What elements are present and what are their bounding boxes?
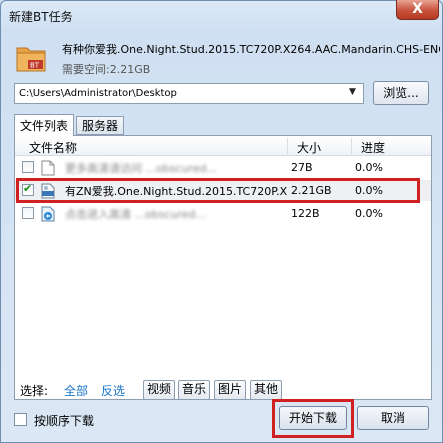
highlight-box — [272, 399, 354, 438]
list-header: 文件名称 大小 进度 — [15, 136, 431, 156]
dropdown-arrow-icon[interactable]: ▼ — [349, 87, 356, 97]
file-name: 点击进入高清 ...obscured... — [65, 208, 206, 221]
file-size: 2.21GB — [291, 184, 332, 197]
table-row-selected[interactable]: 有ZN爱我.One.Night.Stud.2015.TC720P.X2... 2… — [15, 180, 431, 201]
row-checkbox-checked[interactable] — [22, 182, 34, 196]
file-size: 27B — [291, 161, 313, 174]
file-name: 有ZN爱我.One.Night.Stud.2015.TC720P.X2... — [65, 185, 287, 198]
save-path-input[interactable]: C:\Users\Administrator\Desktop — [14, 83, 364, 104]
filter-image-button[interactable]: 图片 — [214, 380, 247, 400]
column-divider[interactable] — [287, 138, 288, 154]
file-list-panel: 文件名称 大小 进度 更多高清请访问 ...obscured... 27B 0.… — [14, 135, 432, 400]
column-name-header[interactable]: 文件名称 — [29, 139, 77, 156]
table-row[interactable]: 更多高清请访问 ...obscured... 27B 0.0% — [15, 157, 431, 178]
filter-label: 选择: — [20, 384, 49, 398]
filter-video-button[interactable]: 视频 — [143, 380, 176, 400]
required-space: 需要空间:2.21GB — [62, 63, 151, 76]
filter-other-button[interactable]: 其他 — [250, 380, 283, 400]
column-divider[interactable] — [351, 138, 352, 154]
order-download-checkbox[interactable] — [14, 413, 27, 426]
column-progress-header[interactable]: 进度 — [361, 139, 385, 156]
document-icon — [41, 160, 55, 176]
file-progress: 0.0% — [355, 207, 383, 220]
file-size: 122B — [291, 207, 320, 220]
window-title: 新建BT任务 — [9, 10, 73, 24]
file-progress: 0.0% — [355, 184, 383, 197]
table-row[interactable]: 点击进入高清 ...obscured... 122B 0.0% — [15, 203, 431, 224]
file-progress: 0.0% — [355, 161, 383, 174]
video-file-icon — [41, 183, 55, 199]
tab-file-list[interactable]: 文件列表 — [14, 114, 74, 136]
column-size-header[interactable]: 大小 — [297, 139, 321, 156]
shortcut-file-icon — [41, 206, 55, 222]
file-name: 更多高清请访问 ...obscured... — [65, 162, 217, 175]
order-download-label[interactable]: 按顺序下载 — [34, 412, 94, 429]
cancel-button[interactable]: 取消 — [357, 406, 429, 430]
select-all-link[interactable]: 全部 — [64, 382, 88, 399]
svg-text:BT: BT — [30, 62, 40, 70]
invert-selection-link[interactable]: 反选 — [101, 382, 125, 399]
row-checkbox[interactable] — [22, 161, 34, 173]
bt-file-icon: BT — [16, 47, 46, 72]
torrent-filename: 有种你爱我.One.Night.Stud.2015.TC720P.X264.AA… — [62, 43, 440, 56]
row-checkbox[interactable] — [22, 207, 34, 219]
close-button[interactable]: X — [396, 0, 439, 20]
browse-button[interactable]: 浏览... — [373, 81, 429, 105]
tab-servers[interactable]: 服务器 — [76, 116, 124, 135]
filter-music-button[interactable]: 音乐 — [178, 380, 211, 400]
